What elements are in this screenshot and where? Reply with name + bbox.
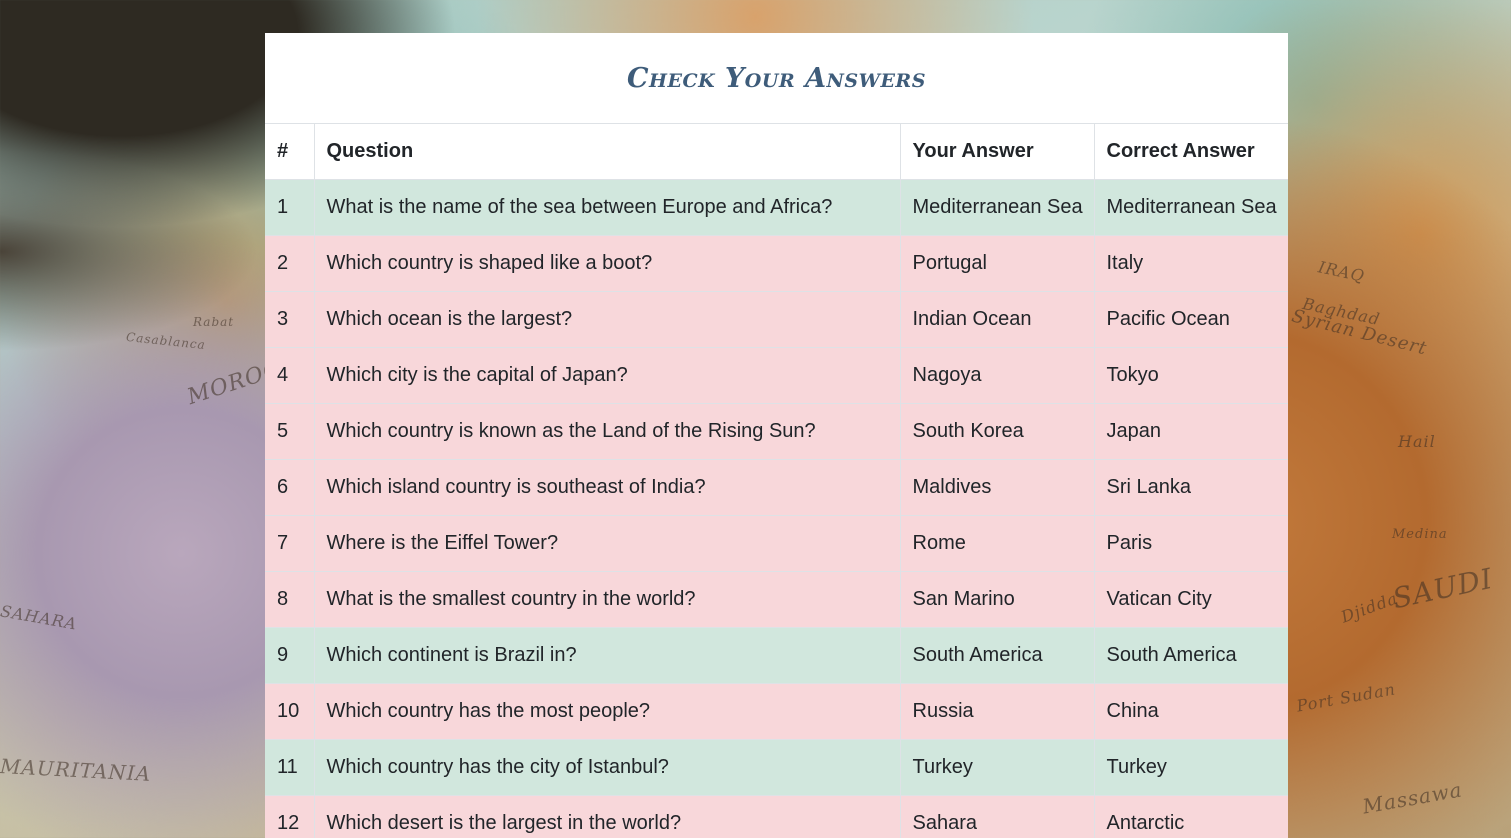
row-correct-answer: Pacific Ocean — [1094, 291, 1288, 348]
map-label: SAUDI — [1389, 561, 1496, 616]
row-your-answer: Indian Ocean — [900, 291, 1095, 348]
row-question: Which city is the capital of Japan? — [314, 347, 901, 404]
row-your-answer: Rome — [900, 515, 1095, 572]
row-your-answer: Portugal — [900, 235, 1095, 292]
row-question: Which island country is southeast of Ind… — [314, 459, 901, 516]
row-your-answer: Sahara — [900, 795, 1095, 838]
row-number: 11 — [265, 739, 315, 796]
row-your-answer: Nagoya — [900, 347, 1095, 404]
table-header-row: # Question Your Answer Correct Answer — [265, 124, 1288, 180]
map-label: IRAQ — [1316, 257, 1367, 286]
row-question: Which desert is the largest in the world… — [314, 795, 901, 838]
page-title: Check Your Answers — [627, 62, 926, 94]
map-label: Medina — [1392, 527, 1448, 542]
table-row: 2 Which country is shaped like a boot? P… — [265, 235, 1288, 292]
table-row: 3 Which ocean is the largest? Indian Oce… — [265, 291, 1288, 348]
row-number: 7 — [265, 515, 315, 572]
row-correct-answer: Japan — [1094, 403, 1288, 460]
table-row: 6 Which island country is southeast of I… — [265, 459, 1288, 516]
row-number: 4 — [265, 347, 315, 404]
row-question: Which country is known as the Land of th… — [314, 403, 901, 460]
row-correct-answer: Turkey — [1094, 739, 1288, 796]
row-number: 1 — [265, 179, 315, 236]
map-label: Hail — [1398, 432, 1436, 451]
table-row: 8 What is the smallest country in the wo… — [265, 571, 1288, 628]
row-your-answer: South America — [900, 627, 1095, 684]
row-number: 9 — [265, 627, 315, 684]
row-your-answer: San Marino — [900, 571, 1095, 628]
map-label: Djidda — [1338, 588, 1401, 627]
row-number: 10 — [265, 683, 315, 740]
row-correct-answer: South America — [1094, 627, 1288, 684]
row-question: Which country is shaped like a boot? — [314, 235, 901, 292]
row-your-answer: Mediterranean Sea — [900, 179, 1095, 236]
answers-table: # Question Your Answer Correct Answer 1 … — [265, 124, 1288, 838]
map-label: Port Sudan — [1295, 679, 1398, 716]
table-row: 5 Which country is known as the Land of … — [265, 403, 1288, 460]
row-number: 12 — [265, 795, 315, 838]
row-question: Which country has the city of Istanbul? — [314, 739, 901, 796]
row-correct-answer: Mediterranean Sea — [1094, 179, 1288, 236]
row-correct-answer: Tokyo — [1094, 347, 1288, 404]
row-correct-answer: Antarctic — [1094, 795, 1288, 838]
row-correct-answer: Paris — [1094, 515, 1288, 572]
row-number: 2 — [265, 235, 315, 292]
map-label: Casablanca — [125, 329, 207, 353]
table-row: 9 Which continent is Brazil in? South Am… — [265, 627, 1288, 684]
table-row: 4 Which city is the capital of Japan? Na… — [265, 347, 1288, 404]
column-header-correct-answer: Correct Answer — [1094, 124, 1288, 180]
row-question: Where is the Eiffel Tower? — [314, 515, 901, 572]
panel-header: Check Your Answers — [265, 33, 1288, 124]
map-label: Massawa — [1360, 777, 1465, 819]
row-number: 5 — [265, 403, 315, 460]
row-your-answer: Russia — [900, 683, 1095, 740]
row-number: 6 — [265, 459, 315, 516]
map-label: MAURITANIA — [0, 754, 152, 786]
row-number: 8 — [265, 571, 315, 628]
row-correct-answer: Vatican City — [1094, 571, 1288, 628]
table-row: 7 Where is the Eiffel Tower? Rome Paris — [265, 515, 1288, 572]
row-number: 3 — [265, 291, 315, 348]
row-question: Which continent is Brazil in? — [314, 627, 901, 684]
row-question: Which ocean is the largest? — [314, 291, 901, 348]
row-question: Which country has the most people? — [314, 683, 901, 740]
row-your-answer: South Korea — [900, 403, 1095, 460]
map-label: SAHARA — [0, 601, 79, 634]
column-header-your-answer: Your Answer — [900, 124, 1095, 180]
table-row: 1 What is the name of the sea between Eu… — [265, 179, 1288, 236]
table-row: 11 Which country has the city of Istanbu… — [265, 739, 1288, 796]
column-header-number: # — [265, 124, 315, 180]
row-your-answer: Turkey — [900, 739, 1095, 796]
row-correct-answer: Sri Lanka — [1094, 459, 1288, 516]
row-your-answer: Maldives — [900, 459, 1095, 516]
row-question: What is the smallest country in the worl… — [314, 571, 901, 628]
row-correct-answer: China — [1094, 683, 1288, 740]
answers-panel: Check Your Answers # Question Your Answe… — [265, 33, 1288, 838]
map-label: Rabat — [193, 315, 235, 329]
table-row: 10 Which country has the most people? Ru… — [265, 683, 1288, 740]
row-question: What is the name of the sea between Euro… — [314, 179, 901, 236]
table-row: 12 Which desert is the largest in the wo… — [265, 795, 1288, 838]
row-correct-answer: Italy — [1094, 235, 1288, 292]
column-header-question: Question — [314, 124, 901, 180]
